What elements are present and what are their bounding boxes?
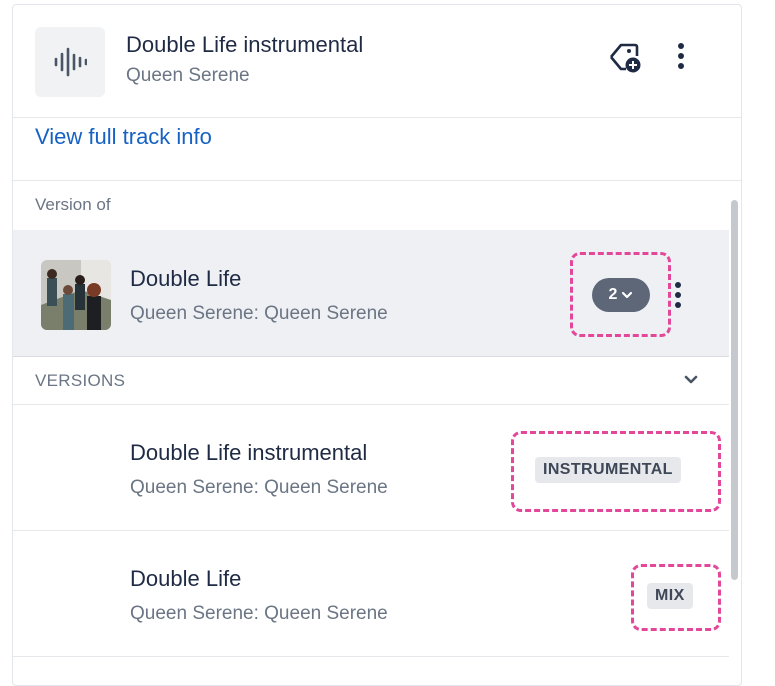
version-title: Double Life — [130, 566, 242, 591]
version-of-label: Version of — [35, 195, 111, 214]
scrollbar-thumb[interactable] — [731, 200, 738, 580]
divider — [13, 656, 729, 657]
more-vertical-icon — [678, 43, 684, 69]
parent-track-menu-button[interactable] — [671, 277, 685, 313]
version-subtitle: Queen Serene: Queen Serene — [130, 603, 388, 624]
album-art — [41, 260, 111, 330]
parent-track-row[interactable]: Double Life Queen Serene: Queen Serene 2 — [13, 230, 729, 357]
waveform-icon — [35, 27, 105, 97]
tag-add-icon — [610, 43, 641, 73]
view-full-track-info-link[interactable]: View full track info — [35, 124, 212, 150]
highlight-annotation — [511, 431, 721, 512]
version-item[interactable]: Double Life Queen Serene: Queen Serene M… — [13, 531, 729, 657]
divider — [13, 180, 741, 181]
versions-label: VERSIONS — [35, 371, 126, 390]
version-title: Double Life instrumental — [130, 440, 368, 465]
parent-track-subtitle: Queen Serene: Queen Serene — [130, 303, 388, 324]
more-options-button[interactable] — [671, 39, 691, 75]
parent-track-title: Double Life — [130, 266, 242, 291]
track-info-panel: Double Life instrumental Queen Serene Vi… — [12, 4, 742, 686]
highlight-annotation — [570, 252, 671, 337]
track-header: Double Life instrumental Queen Serene — [13, 5, 741, 117]
chevron-down-icon[interactable] — [682, 371, 700, 389]
track-artist: Queen Serene — [126, 65, 250, 86]
versions-section-header[interactable]: VERSIONS — [13, 357, 729, 404]
more-vertical-icon — [675, 282, 681, 308]
highlight-annotation — [631, 564, 721, 631]
version-subtitle: Queen Serene: Queen Serene — [130, 477, 388, 498]
version-item[interactable]: Double Life instrumental Queen Serene: Q… — [13, 405, 729, 531]
tag-add-button[interactable] — [607, 39, 643, 75]
divider — [13, 117, 741, 118]
track-title: Double Life instrumental — [126, 32, 364, 57]
